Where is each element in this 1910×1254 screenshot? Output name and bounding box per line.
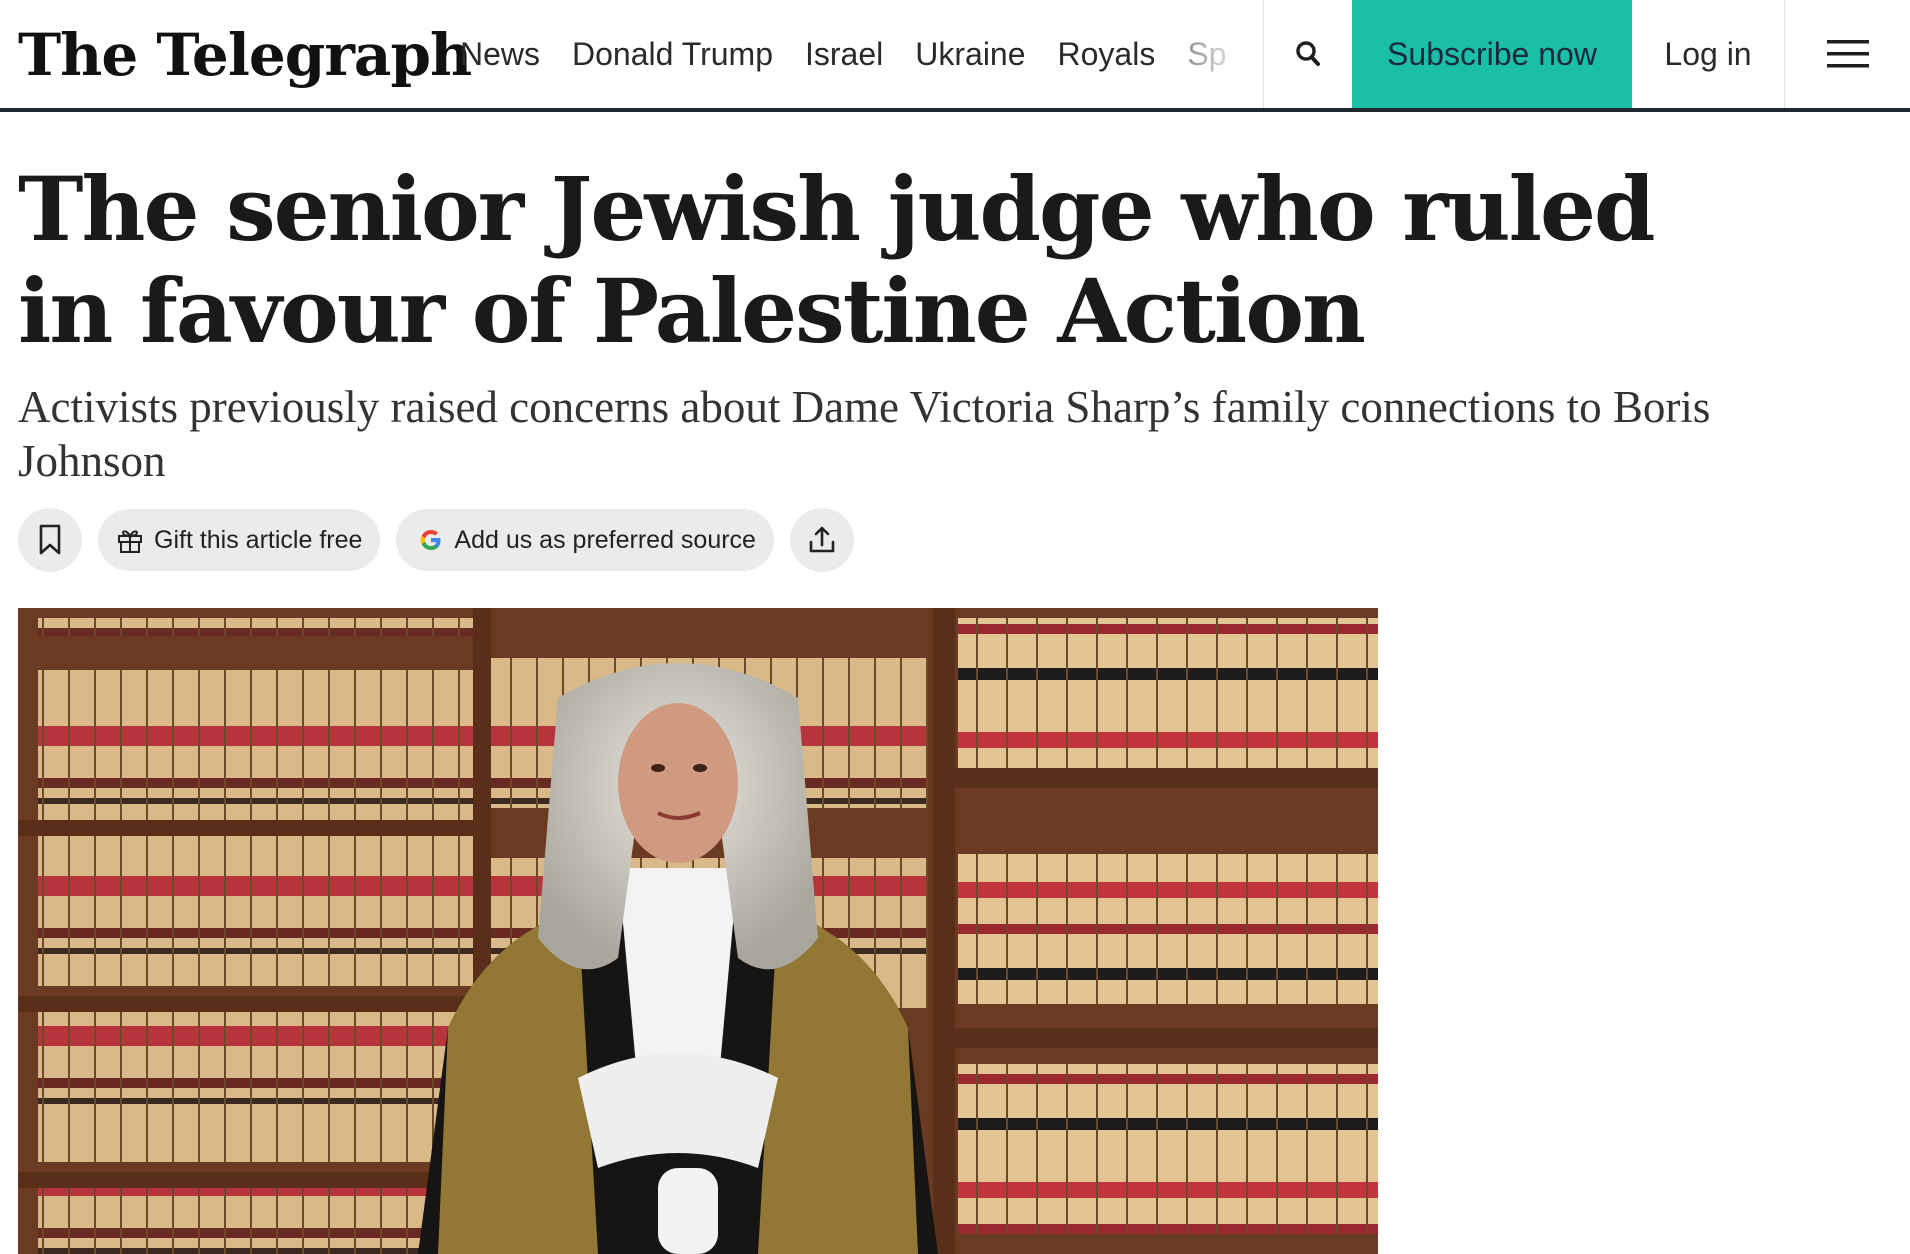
hamburger-menu-icon: [1826, 40, 1869, 68]
menu-button[interactable]: [1784, 0, 1910, 108]
gift-article-button[interactable]: Gift this article free: [98, 509, 381, 571]
google-g-icon: [421, 530, 441, 550]
share-icon: [809, 526, 835, 553]
login-button[interactable]: Log in: [1632, 0, 1784, 108]
gift-icon: [118, 530, 142, 553]
nav-item-news[interactable]: News: [460, 36, 540, 73]
primary-nav: News Donald Trump Israel Ukraine Royals …: [460, 0, 1260, 108]
nav-item-israel[interactable]: Israel: [805, 36, 883, 73]
article-standfirst: Activists previously raised concerns abo…: [18, 382, 1711, 486]
article-headline: The senior Jewish judge who ruled in fav…: [18, 157, 1656, 363]
preferred-source-label: Add us as preferred source: [454, 525, 756, 554]
judge-photo: [18, 608, 1378, 1254]
search-icon: [1296, 41, 1320, 66]
bookmark-icon: [39, 524, 61, 555]
article-actions: Gift this article free Add us as preferr…: [18, 508, 854, 572]
site-header: The Telegraph News Donald Trump Israel U…: [0, 0, 1910, 112]
search-button[interactable]: [1263, 0, 1352, 108]
share-button[interactable]: [789, 508, 854, 572]
nav-fade-overlay: [1190, 0, 1260, 108]
bookmark-button[interactable]: [18, 508, 82, 572]
nav-item-ukraine[interactable]: Ukraine: [915, 36, 1025, 73]
nav-item-royals[interactable]: Royals: [1058, 36, 1156, 73]
subscribe-button[interactable]: Subscribe now: [1352, 0, 1632, 108]
preferred-source-button[interactable]: Add us as preferred source: [396, 509, 774, 571]
hero-image: [18, 608, 1378, 1254]
telegraph-logo[interactable]: The Telegraph: [18, 12, 472, 98]
gift-article-label: Gift this article free: [154, 525, 363, 554]
nav-item-donald-trump[interactable]: Donald Trump: [572, 36, 773, 73]
